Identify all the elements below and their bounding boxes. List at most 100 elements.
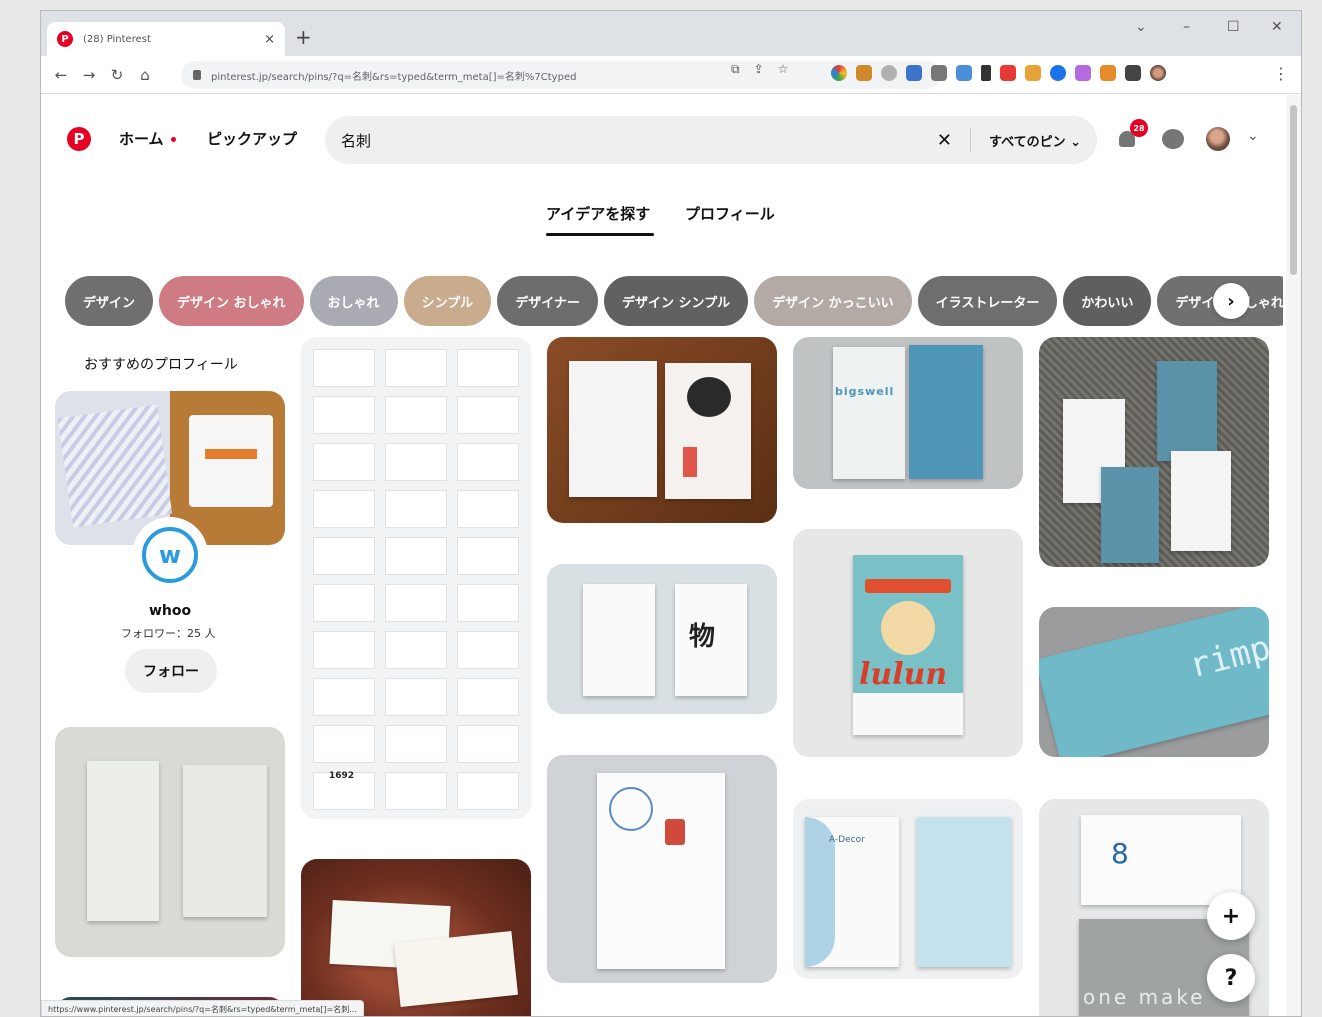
follow-button[interactable]: フォロー (125, 649, 217, 693)
translate-icon[interactable]: ⧉ (731, 62, 740, 77)
guide-chips-row: デザイン デザイン おしゃれ おしゃれ シンプル デザイナー デザイン シンプル デザイン … (65, 276, 1283, 326)
pin-card[interactable] (547, 755, 777, 983)
extension-icon[interactable] (1100, 65, 1116, 81)
browser-tab[interactable]: P (28) Pinterest × (47, 22, 285, 56)
pin-card[interactable]: 1692 (301, 337, 531, 819)
pinterest-favicon-icon: P (57, 31, 73, 47)
pin-card[interactable]: A-Decor (793, 799, 1023, 979)
extension-icon[interactable] (831, 65, 847, 81)
pin-text: one make (1083, 985, 1206, 1009)
pin-card[interactable] (1039, 337, 1269, 567)
search-filter-dropdown[interactable]: すべてのピン ⌄ (989, 131, 1081, 150)
address-bar[interactable]: pinterest.jp/search/pins/?q=名刺&rs=typed&… (181, 61, 941, 89)
card-thumbnail (385, 443, 447, 481)
add-pin-button[interactable]: + (1207, 892, 1255, 940)
tab-close-icon[interactable]: × (264, 32, 275, 47)
close-window-button[interactable]: ✕ (1271, 19, 1283, 35)
profile-name[interactable]: whoo (149, 603, 191, 619)
whoo-logo-icon: w (142, 527, 198, 583)
chip-2[interactable]: おしゃれ (309, 276, 398, 326)
pin-card[interactable] (55, 727, 285, 957)
reload-button[interactable]: ↻ (103, 66, 131, 84)
chip-3[interactable]: シンプル (403, 276, 492, 326)
search-bar[interactable]: 名刺 ✕ すべてのピン ⌄ (325, 116, 1097, 164)
page-scrollbar[interactable] (1286, 95, 1301, 1016)
card-thumbnail (457, 584, 519, 622)
chip-4[interactable]: デザイナー (497, 276, 598, 326)
profile-avatar-icon[interactable] (1150, 65, 1166, 81)
pin-text: 物 (689, 622, 716, 652)
search-input[interactable]: 名刺 (341, 130, 937, 151)
pin-card[interactable]: bigswell (793, 337, 1023, 489)
account-avatar[interactable] (1206, 127, 1230, 151)
nav-home-link[interactable]: ホーム (119, 128, 164, 149)
page-viewport: P ホーム ピックアップ 名刺 ✕ すべてのピン ⌄ 28 ⌄ アイデアを探す … (41, 95, 1288, 1016)
new-tab-button[interactable]: + (295, 25, 312, 49)
chip-5[interactable]: デザイン シンプル (603, 276, 749, 326)
pin-text: 1692 (329, 771, 355, 781)
pinterest-logo-icon[interactable]: P (67, 127, 91, 151)
card-thumbnail (457, 725, 519, 763)
scrollbar-thumb[interactable] (1290, 105, 1297, 275)
nav-pickup-link[interactable]: ピックアップ (207, 128, 297, 149)
card-thumbnail (385, 725, 447, 763)
extension-icon[interactable] (981, 65, 991, 81)
extension-icon[interactable] (1075, 65, 1091, 81)
extension-icon[interactable] (906, 65, 922, 81)
pin-card[interactable]: rimp (1039, 607, 1269, 757)
card-thumbnail (313, 537, 375, 575)
extensions-puzzle-icon[interactable] (1125, 65, 1141, 81)
card-thumbnail (313, 443, 375, 481)
extension-icon[interactable] (1025, 65, 1041, 81)
card-thumbnail (457, 349, 519, 387)
forward-button[interactable]: → (75, 66, 103, 84)
recommended-profiles-title: おすすめのプロフィール (84, 357, 238, 373)
chip-6[interactable]: デザイン かっこいい (754, 276, 912, 326)
extension-icon[interactable] (881, 65, 897, 81)
tab-title: (28) Pinterest (83, 33, 151, 45)
pin-text: lulun (859, 657, 948, 692)
whoo-logo-avatar[interactable]: w (132, 517, 208, 593)
chips-next-arrow-icon[interactable]: › (1213, 283, 1249, 319)
pin-card[interactable]: lulun (793, 529, 1023, 757)
card-thumbnail (457, 490, 519, 528)
card-thumbnail (313, 584, 375, 622)
share-icon[interactable]: ⇪ (754, 62, 764, 77)
pin-card[interactable]: 物 (547, 564, 777, 714)
extension-icon[interactable] (931, 65, 947, 81)
extension-icon[interactable] (1000, 65, 1016, 81)
card-thumbnail (457, 443, 519, 481)
card-thumbnail (313, 631, 375, 669)
tab-search-icon[interactable]: ⌄ (1135, 19, 1147, 35)
search-clear-icon[interactable]: ✕ (937, 130, 952, 151)
pin-card[interactable] (301, 859, 531, 1016)
card-thumbnail (313, 490, 375, 528)
active-tab-underline (546, 233, 654, 236)
card-thumbnail (385, 537, 447, 575)
chip-0[interactable]: デザイン (65, 276, 154, 326)
chip-7[interactable]: イラストレーター (917, 276, 1058, 326)
messages-icon[interactable] (1162, 129, 1184, 149)
lock-icon (193, 70, 201, 80)
pin-card[interactable] (547, 337, 777, 523)
minimize-button[interactable]: – (1183, 19, 1190, 35)
extension-icon[interactable] (956, 65, 972, 81)
help-button[interactable]: ? (1207, 954, 1255, 1002)
back-button[interactable]: ← (47, 66, 75, 84)
chip-1[interactable]: デザイン おしゃれ (159, 276, 304, 326)
browser-menu-icon[interactable]: ⋮ (1273, 64, 1289, 83)
extension-icon[interactable] (856, 65, 872, 81)
home-button[interactable]: ⌂ (131, 66, 159, 84)
bookmark-star-icon[interactable]: ☆ (778, 62, 789, 77)
card-thumbnail (457, 678, 519, 716)
card-thumbnail (313, 349, 375, 387)
card-thumbnail (313, 396, 375, 434)
maximize-button[interactable]: ☐ (1227, 19, 1240, 35)
extension-icon[interactable] (1050, 65, 1066, 81)
account-chevron-down-icon[interactable]: ⌄ (1247, 128, 1259, 144)
tab-explore-ideas[interactable]: アイデアを探す (546, 203, 650, 224)
card-thumbnail (385, 349, 447, 387)
chip-8[interactable]: かわいい (1063, 276, 1152, 326)
card-thumbnail (385, 772, 447, 810)
tab-profiles[interactable]: プロフィール (685, 203, 775, 224)
